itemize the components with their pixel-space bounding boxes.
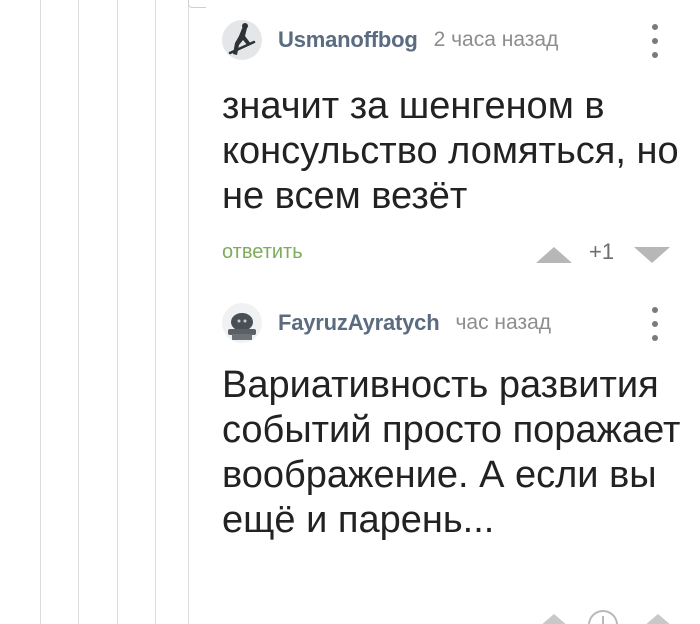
comment-header: Usmanoffbog 2 часа назад (222, 18, 692, 62)
thread-branch (188, 0, 206, 8)
thread-line-3 (117, 0, 118, 624)
thread-line-4 (155, 0, 156, 624)
comment-header: FayruzAyratych час назад (222, 301, 692, 345)
username[interactable]: FayruzAyratych (278, 310, 440, 336)
thread-line-1 (40, 0, 41, 624)
thread-line-5 (188, 0, 189, 624)
downvote-arrow-icon[interactable] (634, 247, 670, 263)
comment: FayruzAyratych час назад Вариативность р… (222, 301, 692, 543)
thread-line-2 (78, 0, 79, 624)
upvote-arrow-icon[interactable] (540, 614, 568, 624)
rating-count: +1 (589, 239, 615, 264)
comment-text: Вариативность развития событий просто по… (222, 364, 681, 541)
comment: Usmanoffbog 2 часа назад значит за шенге… (222, 18, 692, 277)
info-circle-icon[interactable] (588, 610, 618, 624)
more-options-icon[interactable] (648, 307, 662, 341)
skateboarder-avatar-icon[interactable] (222, 20, 262, 60)
statue-avatar-icon[interactable] (222, 303, 262, 343)
upvote-arrow-icon[interactable] (644, 614, 672, 624)
username[interactable]: Usmanoffbog (278, 27, 418, 53)
timestamp[interactable]: час назад (455, 311, 551, 335)
comment-text: значит за шенгеном в консульство ломятьс… (222, 85, 679, 217)
comment-actions: ответить +1 (222, 237, 692, 277)
next-comment-actions (540, 604, 690, 624)
reply-link[interactable]: ответить (222, 241, 303, 264)
timestamp[interactable]: 2 часа назад (434, 28, 559, 52)
upvote-arrow-icon[interactable] (536, 247, 572, 263)
more-options-icon[interactable] (648, 24, 662, 58)
